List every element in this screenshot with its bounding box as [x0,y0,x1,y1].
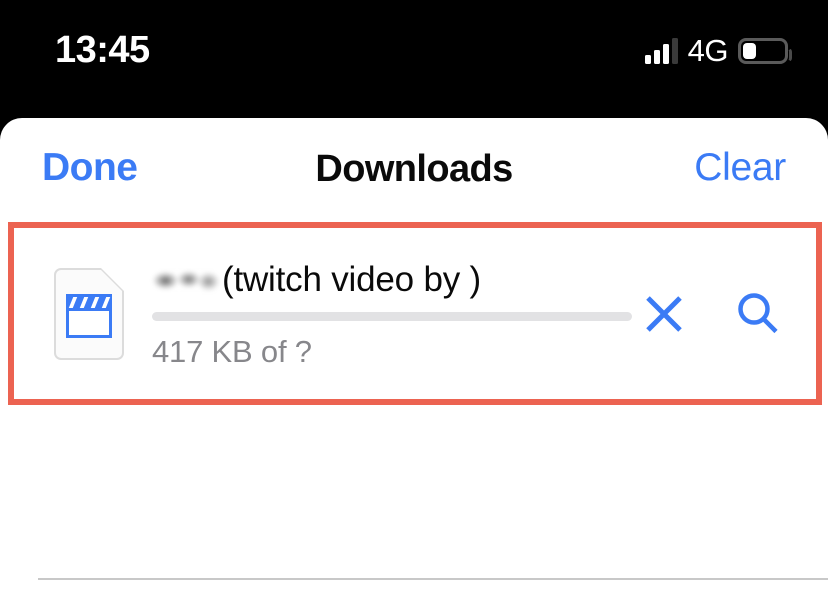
battery-icon [738,38,792,64]
download-list-item[interactable]: (twitch video by ) 417 KB of ? [14,228,816,399]
download-info: (twitch video by ) 417 KB of ? [152,258,638,370]
status-bar-indicators: 4G [644,30,792,72]
list-separator [38,578,828,580]
annotation-highlight-box: (twitch video by ) 417 KB of ? [8,222,822,405]
download-title: (twitch video by ) [222,259,481,299]
status-bar: 13:45 4G [0,0,828,118]
download-title-line: (twitch video by ) [152,258,618,306]
redacted-filename-blur [152,264,220,295]
download-progress-bar [152,311,632,321]
download-row-actions [638,288,784,340]
status-bar-clock: 13:45 [55,29,150,71]
download-status-text: 417 KB of ? [152,333,312,369]
network-type-label: 4G [687,33,729,68]
close-icon[interactable] [638,288,690,340]
clear-button[interactable]: Clear [694,144,786,192]
search-icon[interactable] [732,288,784,340]
sheet-header: Done Downloads Clear [0,118,828,222]
downloads-sheet: Done Downloads Clear (twitch video by ) [0,118,828,591]
cellular-signal-icon [644,38,678,64]
video-file-icon [54,267,124,360]
